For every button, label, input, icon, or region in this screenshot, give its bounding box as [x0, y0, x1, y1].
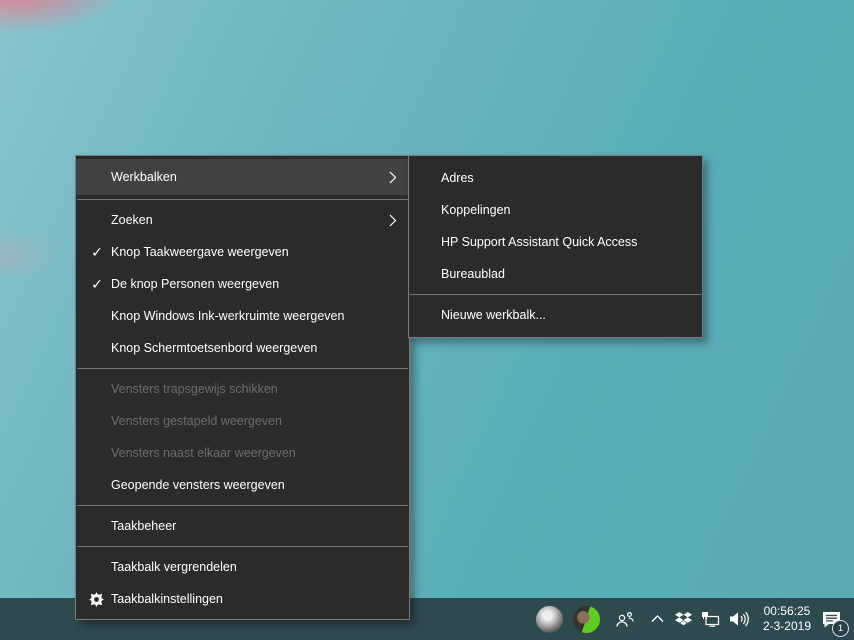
- submenu-item-bureaublad[interactable]: Bureaublad: [409, 258, 702, 290]
- menu-item-label: Vensters naast elkaar weergeven: [111, 446, 296, 460]
- menu-item-label: Werkbalken: [111, 170, 177, 184]
- clock-time: 00:56:25: [764, 604, 811, 619]
- people-button[interactable]: [605, 598, 645, 640]
- avatar: [573, 606, 600, 633]
- gear-icon: [86, 583, 106, 615]
- check-icon: ✓: [87, 236, 107, 268]
- people-icon: [615, 611, 634, 628]
- volume-tray-button[interactable]: [725, 598, 755, 640]
- menu-item-knop-personen[interactable]: ✓ De knop Personen weergeven: [76, 268, 409, 300]
- menu-item-taakbalk-vergrendelen[interactable]: Taakbalk vergrendelen: [76, 551, 409, 583]
- notification-badge: 1: [832, 620, 849, 637]
- menu-item-label: Vensters trapsgewijs schikken: [111, 382, 278, 396]
- taskbar-clock[interactable]: 00:56:25 2-3-2019: [763, 598, 811, 640]
- chevron-up-icon: [651, 615, 664, 623]
- menu-item-label: Knop Windows Ink-werkruimte weergeven: [111, 309, 344, 323]
- menu-item-taakbeheer[interactable]: Taakbeheer: [76, 510, 409, 542]
- menu-item-vensters-trapsgewijs: Vensters trapsgewijs schikken: [76, 373, 409, 405]
- network-icon: [701, 611, 720, 627]
- people-avatar-2[interactable]: [568, 598, 605, 640]
- action-center-button[interactable]: 1: [821, 598, 842, 640]
- people-avatar-1[interactable]: [531, 598, 568, 640]
- menu-item-label: Nieuwe werkbalk...: [441, 308, 546, 322]
- check-icon: ✓: [87, 268, 107, 300]
- menu-item-werkbalken[interactable]: Werkbalken: [76, 159, 409, 195]
- dropbox-icon: [675, 612, 692, 627]
- menu-item-label: Koppelingen: [441, 203, 511, 217]
- submenu-item-koppelingen[interactable]: Koppelingen: [409, 194, 702, 226]
- volume-icon: [729, 611, 750, 627]
- menu-item-label: Zoeken: [111, 213, 153, 227]
- taskbar-context-menu: Werkbalken Zoeken ✓ Knop Taakweergave we…: [75, 155, 410, 620]
- desktop: 00:56:25 2-3-2019 1 Werkbalken: [0, 0, 854, 640]
- menu-item-knop-taakweergave[interactable]: ✓ Knop Taakweergave weergeven: [76, 236, 409, 268]
- system-tray: 00:56:25 2-3-2019 1: [531, 598, 854, 640]
- menu-item-label: Taakbalkinstellingen: [111, 592, 223, 606]
- network-tray-button[interactable]: [697, 598, 725, 640]
- werkbalken-submenu: Adres Koppelingen HP Support Assistant Q…: [408, 155, 703, 338]
- tray-expand-button[interactable]: [645, 598, 671, 640]
- dropbox-tray-button[interactable]: [671, 598, 697, 640]
- menu-item-label: Vensters gestapeld weergeven: [111, 414, 282, 428]
- menu-item-label: Knop Schermtoetsenbord weergeven: [111, 341, 317, 355]
- menu-separator: [77, 368, 408, 369]
- menu-item-label: HP Support Assistant Quick Access: [441, 235, 637, 249]
- submenu-item-nieuwe-werkbalk[interactable]: Nieuwe werkbalk...: [409, 299, 702, 331]
- menu-item-label: De knop Personen weergeven: [111, 277, 279, 291]
- menu-item-zoeken[interactable]: Zoeken: [76, 204, 409, 236]
- menu-item-label: Bureaublad: [441, 267, 505, 281]
- menu-item-vensters-naast-elkaar: Vensters naast elkaar weergeven: [76, 437, 409, 469]
- menu-item-label: Adres: [441, 171, 474, 185]
- menu-item-vensters-gestapeld: Vensters gestapeld weergeven: [76, 405, 409, 437]
- menu-item-knop-schermtoetsenbord[interactable]: Knop Schermtoetsenbord weergeven: [76, 332, 409, 364]
- submenu-arrow-icon: [389, 159, 397, 195]
- menu-item-taakbalkinstellingen[interactable]: Taakbalkinstellingen: [76, 583, 409, 615]
- submenu-item-adres[interactable]: Adres: [409, 162, 702, 194]
- menu-separator: [410, 294, 701, 295]
- avatar: [536, 606, 563, 633]
- submenu-arrow-icon: [389, 204, 397, 236]
- menu-separator: [77, 199, 408, 200]
- menu-item-geopende-vensters[interactable]: Geopende vensters weergeven: [76, 469, 409, 501]
- menu-item-label: Taakbeheer: [111, 519, 176, 533]
- clock-date: 2-3-2019: [763, 619, 811, 634]
- submenu-item-hp-support-assistant[interactable]: HP Support Assistant Quick Access: [409, 226, 702, 258]
- menu-item-label: Taakbalk vergrendelen: [111, 560, 237, 574]
- menu-item-knop-windows-ink[interactable]: Knop Windows Ink-werkruimte weergeven: [76, 300, 409, 332]
- menu-item-label: Knop Taakweergave weergeven: [111, 245, 289, 259]
- menu-separator: [77, 546, 408, 547]
- menu-item-label: Geopende vensters weergeven: [111, 478, 285, 492]
- menu-separator: [77, 505, 408, 506]
